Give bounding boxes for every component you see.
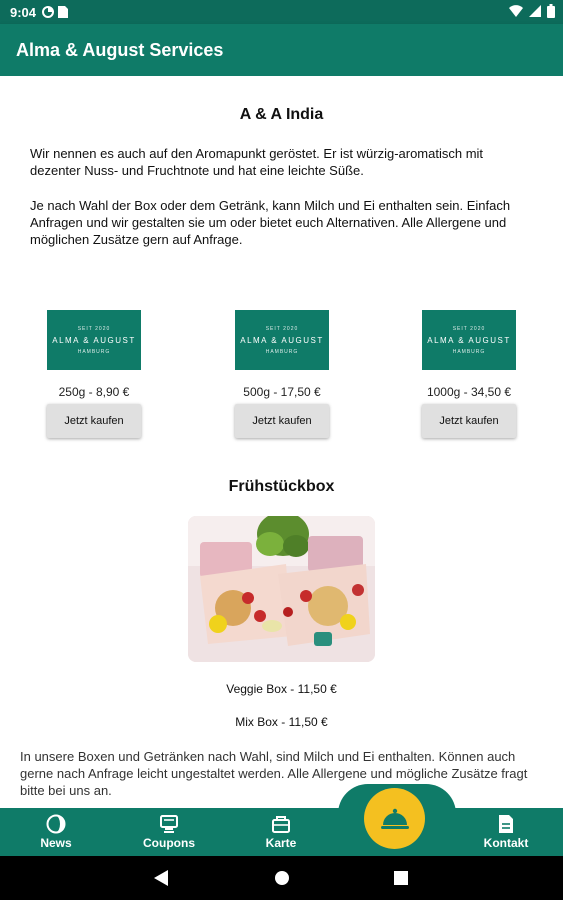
data-saver-icon — [42, 6, 55, 18]
battery-icon — [547, 4, 555, 18]
alma-august-logo: SEIT 2020 ALMA & AUGUST HAMBURG — [47, 310, 141, 370]
recents-icon[interactable] — [394, 871, 408, 885]
buy-button[interactable]: Jetzt kaufen — [47, 404, 141, 438]
sim-card-icon — [58, 6, 69, 18]
nav-label: Karte — [265, 836, 297, 850]
breakfast-note: In unsere Boxen und Getränken nach Wahl,… — [20, 749, 528, 798]
product-description: Wir nennen es auch auf den Aromapunkt ge… — [30, 146, 484, 178]
news-icon — [46, 814, 66, 834]
buy-button[interactable]: Jetzt kaufen — [235, 404, 329, 438]
alma-august-logo: SEIT 2020 ALMA & AUGUST HAMBURG — [422, 310, 516, 370]
nav-item-news[interactable]: News — [28, 808, 84, 856]
product-price: 1000g - 34,50 € — [426, 385, 512, 399]
nav-label: Kontakt — [483, 836, 529, 850]
signal-icon — [529, 5, 541, 17]
app-bar: Alma & August Services — [0, 24, 563, 76]
product-card: SEIT 2020 ALMA & AUGUST HAMBURG 500g - 1… — [235, 310, 329, 438]
breakfast-box-photo — [188, 516, 375, 662]
main-content[interactable]: A & A India Wir nennen es auch auf den A… — [0, 76, 563, 808]
product-card: SEIT 2020 ALMA & AUGUST HAMBURG 250g - 8… — [47, 310, 141, 438]
nav-label: News — [40, 836, 72, 850]
product-card: SEIT 2020 ALMA & AUGUST HAMBURG 1000g - … — [422, 310, 516, 438]
app-title: Alma & August Services — [16, 39, 224, 60]
nav-item-coupons[interactable]: Coupons — [136, 808, 202, 856]
breakfast-option: Mix Box - 11,50 € — [235, 715, 328, 729]
alma-august-logo: SEIT 2020 ALMA & AUGUST HAMBURG — [235, 310, 329, 370]
bottom-navigation: News Coupons Karte Kontakt — [0, 808, 563, 856]
order-fab-button[interactable] — [364, 788, 425, 849]
buy-button[interactable]: Jetzt kaufen — [422, 404, 516, 438]
nav-label: Coupons — [143, 836, 195, 850]
product-price: 250g - 8,90 € — [58, 385, 130, 399]
system-navigation-bar — [0, 856, 563, 900]
breakfast-title: Frühstückbox — [228, 478, 335, 495]
status-bar: 9:04 — [0, 0, 563, 24]
product-allergen-info: Je nach Wahl der Box oder dem Getränk, k… — [30, 198, 511, 247]
nav-item-kontakt[interactable]: Kontakt — [476, 808, 536, 856]
wifi-icon — [509, 5, 523, 17]
product-title: A & A India — [239, 106, 324, 123]
contact-icon — [499, 815, 513, 833]
status-time: 9:04 — [10, 4, 37, 20]
cloche-icon — [380, 808, 409, 829]
menu-card-icon — [272, 816, 290, 833]
home-icon[interactable] — [274, 870, 290, 886]
nav-item-karte[interactable]: Karte — [256, 808, 306, 856]
coupon-icon — [160, 815, 178, 833]
product-price: 500g - 17,50 € — [243, 385, 321, 399]
back-icon[interactable] — [154, 870, 168, 886]
breakfast-option: Veggie Box - 11,50 € — [226, 682, 337, 696]
